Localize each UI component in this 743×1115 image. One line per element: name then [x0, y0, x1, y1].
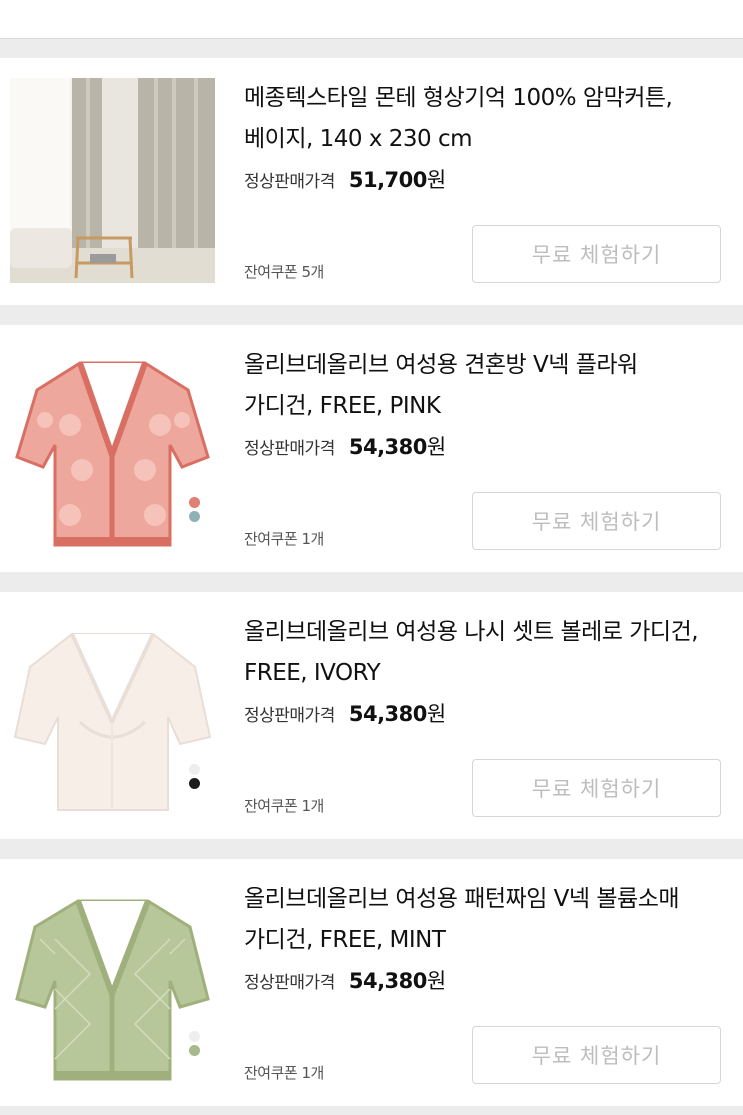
product-image[interactable]: [10, 78, 215, 283]
color-swatches: [189, 497, 200, 522]
product-title-line-2[interactable]: 가디건, FREE, PINK: [244, 386, 724, 427]
product-card[interactable]: 올리브데올리브 여성용 나시 셋트 볼레로 가디건, FREE, IVORY 정…: [0, 592, 743, 839]
product-title-line-1[interactable]: 올리브데올리브 여성용 패턴짜임 V넥 볼륨소매: [244, 879, 724, 920]
price-row: 정상판매가격 54,380원: [244, 698, 446, 728]
price-amount: 54,380: [348, 702, 428, 726]
remaining-coupons: 잔여쿠폰 1개: [244, 530, 324, 548]
product-title[interactable]: 올리브데올리브 여성용 나시 셋트 볼레로 가디건, FREE, IVORY: [244, 612, 724, 694]
price-row: 정상판매가격 51,700원: [244, 164, 446, 194]
price-row: 정상판매가격 54,380원: [244, 965, 446, 995]
swatch-ivory[interactable]: [189, 1031, 200, 1042]
swatch-blue[interactable]: [189, 511, 200, 522]
product-title[interactable]: 올리브데올리브 여성용 견혼방 V넥 플라워 가디건, FREE, PINK: [244, 345, 724, 427]
price-row: 정상판매가격 54,380원: [244, 431, 446, 461]
top-header-strip: [0, 0, 743, 39]
price-currency: 원: [426, 702, 446, 726]
product-title-line-1[interactable]: 올리브데올리브 여성용 견혼방 V넥 플라워: [244, 345, 724, 386]
price-currency: 원: [426, 969, 446, 993]
swatch-mint[interactable]: [189, 1045, 200, 1056]
price-amount: 54,380: [348, 969, 428, 993]
price-value: 54,380원: [349, 965, 446, 995]
remaining-coupons: 잔여쿠폰 5개: [244, 263, 324, 281]
price-label: 정상판매가격: [244, 706, 335, 726]
remaining-coupons: 잔여쿠폰 1개: [244, 1064, 324, 1082]
product-title-line-1[interactable]: 올리브데올리브 여성용 나시 셋트 볼레로 가디건,: [244, 612, 724, 653]
color-swatches: [189, 1031, 200, 1056]
color-swatches: [189, 764, 200, 789]
swatch-ivory[interactable]: [189, 764, 200, 775]
price-value: 54,380원: [349, 698, 446, 728]
product-image[interactable]: [10, 879, 215, 1084]
product-card[interactable]: 올리브데올리브 여성용 패턴짜임 V넥 볼륨소매 가디건, FREE, MINT…: [0, 859, 743, 1106]
free-trial-button[interactable]: 무료 체험하기: [472, 225, 721, 283]
price-currency: 원: [426, 435, 446, 459]
price-currency: 원: [426, 168, 446, 192]
free-trial-button[interactable]: 무료 체험하기: [472, 1026, 721, 1084]
product-title[interactable]: 메종텍스타일 몬테 형상기억 100% 암막커튼, 베이지, 140 x 230…: [244, 78, 724, 160]
product-title-line-1[interactable]: 메종텍스타일 몬테 형상기억 100% 암막커튼,: [244, 78, 724, 119]
price-value: 54,380원: [349, 431, 446, 461]
product-title-line-2[interactable]: 베이지, 140 x 230 cm: [244, 119, 724, 160]
free-trial-button[interactable]: 무료 체험하기: [472, 492, 721, 550]
price-label: 정상판매가격: [244, 973, 335, 993]
product-image[interactable]: [10, 612, 215, 817]
price-value: 51,700원: [349, 164, 446, 194]
free-trial-button[interactable]: 무료 체험하기: [472, 759, 721, 817]
price-label: 정상판매가격: [244, 172, 335, 192]
price-amount: 54,380: [348, 435, 428, 459]
product-title[interactable]: 올리브데올리브 여성용 패턴짜임 V넥 볼륨소매 가디건, FREE, MINT: [244, 879, 724, 961]
product-title-line-2[interactable]: 가디건, FREE, MINT: [244, 920, 724, 961]
price-label: 정상판매가격: [244, 439, 335, 459]
remaining-coupons: 잔여쿠폰 1개: [244, 797, 324, 815]
product-card[interactable]: 메종텍스타일 몬테 형상기억 100% 암막커튼, 베이지, 140 x 230…: [0, 58, 743, 305]
swatch-black[interactable]: [189, 778, 200, 789]
product-card[interactable]: 올리브데올리브 여성용 견혼방 V넥 플라워 가디건, FREE, PINK 정…: [0, 325, 743, 572]
swatch-pink[interactable]: [189, 497, 200, 508]
price-amount: 51,700: [348, 168, 428, 192]
product-image[interactable]: [10, 345, 215, 550]
product-title-line-2[interactable]: FREE, IVORY: [244, 653, 724, 694]
